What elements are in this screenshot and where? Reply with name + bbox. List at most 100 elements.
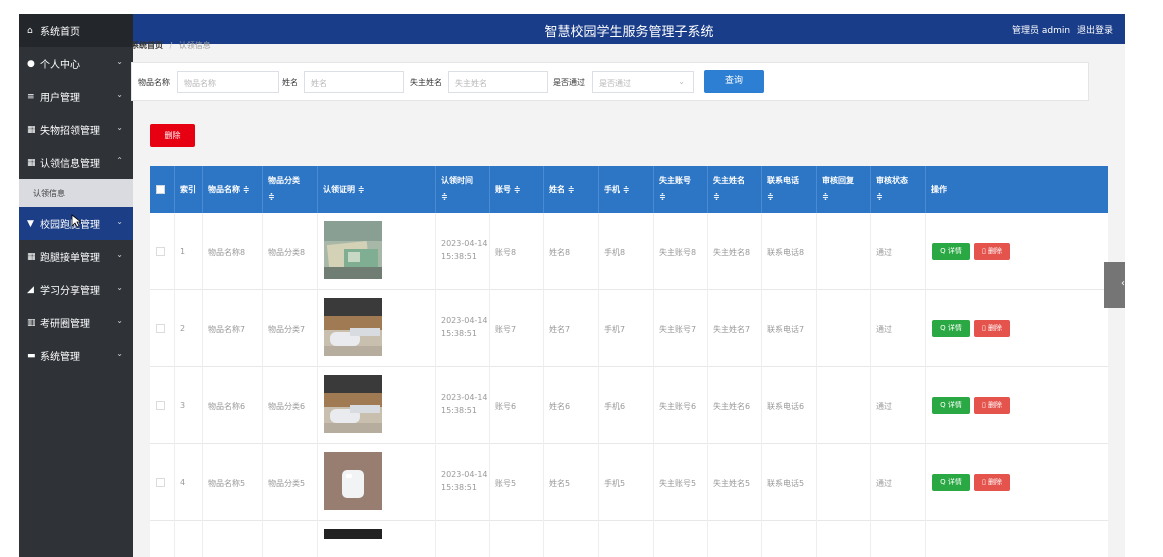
header-proof[interactable]: 认领证明 ≑ — [318, 166, 436, 213]
chevron-down-icon: ⌄ — [116, 57, 123, 66]
owner-name-cell: 失主姓名8 — [708, 213, 762, 290]
owner-name-cell: 失主姓名6 — [708, 367, 762, 444]
owner-account-cell: 失主账号5 — [654, 444, 708, 521]
proof-cell — [318, 213, 436, 290]
sidebar-item-label: 校园跑腿管理 — [40, 220, 100, 231]
sidebar-item-kaoyan-circle[interactable]: ▥ 考研圈管理 ⌄ — [19, 306, 133, 339]
header-account[interactable]: 账号 ≑ — [490, 166, 544, 213]
name-value: 姓名7 — [549, 325, 571, 334]
breadcrumb-separator: / — [169, 41, 173, 50]
app-frame: ⌂ 系统首页 ● 个人中心 ⌄ ≡ 用户管理 ⌄ ▦ 失物招领管理 ⌄ ▦ 认领… — [19, 14, 1125, 557]
status-value: 通过 — [876, 479, 892, 488]
detail-button[interactable]: Q 详情 — [932, 320, 970, 337]
row-checkbox[interactable] — [156, 401, 165, 410]
sidebar-item-personal-center[interactable]: ● 个人中心 ⌄ — [19, 47, 133, 80]
header-time-text: 认领时间 — [441, 176, 473, 185]
contact-cell: 联系电话8 — [762, 213, 817, 290]
table-row-partial — [150, 521, 1108, 557]
account-value: 账号7 — [495, 325, 517, 334]
logout-link[interactable]: 退出登录 — [1077, 26, 1113, 36]
detail-button[interactable]: Q 详情 — [932, 243, 970, 260]
header-name[interactable]: 姓名 ≑ — [544, 166, 599, 213]
sidebar-item-errand-orders[interactable]: ▦ 跑腿接单管理 ⌄ — [19, 240, 133, 273]
contact-cell — [762, 521, 817, 557]
sidebar-item-lost-found[interactable]: ▦ 失物招领管理 ⌄ — [19, 113, 133, 146]
grid-icon: ▦ — [27, 251, 36, 262]
time-value: 2023-04-14 15:38:51 — [441, 393, 488, 415]
passed-select[interactable]: 是否通过 ⌄ — [592, 71, 694, 93]
header-time[interactable]: 认领时间 ≑ — [436, 166, 490, 213]
header-contact[interactable]: 联系电话 ≑ — [762, 166, 817, 213]
sidebar-subitem-claim-info[interactable]: 认领信息 — [19, 179, 133, 207]
category-cell: 物品分类8 — [263, 213, 318, 290]
header-item-name-text: 物品名称 ≑ — [208, 185, 250, 194]
reply-cell — [817, 290, 871, 367]
name-cell — [544, 521, 599, 557]
owner-name-cell: 失主姓名5 — [708, 444, 762, 521]
sidebar-item-label: 个人中心 — [40, 60, 80, 71]
item-name-cell: 物品名称7 — [203, 290, 263, 367]
header-owner-name[interactable]: 失主姓名 ≑ — [708, 166, 762, 213]
row-checkbox[interactable] — [156, 324, 165, 333]
name-input[interactable]: 姓名 — [304, 71, 404, 93]
time-cell: 2023-04-14 15:38:51 — [436, 290, 490, 367]
header-item-name[interactable]: 物品名称 ≑ — [203, 166, 263, 213]
proof-image[interactable] — [324, 221, 382, 279]
reply-cell — [817, 213, 871, 290]
select-all-checkbox[interactable] — [156, 185, 165, 194]
header-phone[interactable]: 手机 ≑ — [599, 166, 654, 213]
sidebar-item-study-share[interactable]: ◢ 学习分享管理 ⌄ — [19, 273, 133, 306]
delete-button[interactable]: ▯ 删除 — [974, 320, 1010, 337]
category-value: 物品分类6 — [268, 402, 306, 411]
header-reply[interactable]: 审核回复 ≑ — [817, 166, 871, 213]
header-select-all — [150, 166, 175, 213]
passed-label: 是否通过 — [553, 78, 585, 87]
proof-image[interactable] — [324, 375, 382, 433]
header-status-text: 审核状态 — [876, 176, 908, 185]
phone-value: 手机7 — [604, 325, 626, 334]
account-value: 账号6 — [495, 402, 517, 411]
status-cell: 通过 — [871, 213, 926, 290]
chevron-left-icon: ‹ — [1121, 278, 1125, 289]
query-button[interactable]: 查询 — [704, 70, 764, 93]
status-value: 通过 — [876, 402, 892, 411]
sidebar-item-label: 失物招领管理 — [40, 126, 100, 137]
owner-name-value: 失主姓名6 — [713, 402, 751, 411]
header-phone-text: 手机 ≑ — [604, 185, 630, 194]
delete-button[interactable]: ▯ 删除 — [974, 397, 1010, 414]
delete-button[interactable]: ▯ 删除 — [974, 474, 1010, 491]
proof-image[interactable] — [324, 452, 382, 510]
proof-image[interactable] — [324, 529, 382, 539]
proof-cell — [318, 521, 436, 557]
sidebar-item-system-management[interactable]: ▬ 系统管理 ⌄ — [19, 339, 133, 372]
header-category[interactable]: 物品分类 ≑ — [263, 166, 318, 213]
row-checkbox[interactable] — [156, 478, 165, 487]
delete-button[interactable]: ▯ 删除 — [974, 243, 1010, 260]
phone-cell: 手机6 — [599, 367, 654, 444]
sidebar-item-home[interactable]: ⌂ 系统首页 — [19, 14, 133, 47]
item-name-input[interactable]: 物品名称 — [177, 71, 279, 93]
sidebar-item-user-management[interactable]: ≡ 用户管理 ⌄ — [19, 80, 133, 113]
sidebar-item-claim-management[interactable]: ▦ 认领信息管理 ⌃ — [19, 146, 133, 179]
batch-delete-button[interactable]: 删除 — [150, 124, 195, 147]
proof-image[interactable] — [324, 298, 382, 356]
index-cell: 4 — [175, 444, 203, 521]
name-cell: 姓名8 — [544, 213, 599, 290]
ops-cell: Q 详情 ▯ 删除 — [926, 213, 1108, 290]
category-cell — [263, 521, 318, 557]
header-owner-account-text: 失主账号 — [659, 176, 691, 185]
sort-icon: ≑ — [767, 192, 774, 201]
owner-name-cell — [708, 521, 762, 557]
row-checkbox[interactable] — [156, 247, 165, 256]
detail-button[interactable]: Q 详情 — [932, 474, 970, 491]
detail-button[interactable]: Q 详情 — [932, 397, 970, 414]
owner-name-input[interactable]: 失主姓名 — [448, 71, 548, 93]
breadcrumb-home[interactable]: 系统首页 — [131, 41, 163, 50]
name-cell: 姓名7 — [544, 290, 599, 367]
side-panel-toggle[interactable]: ‹ — [1104, 262, 1125, 308]
account-value: 账号5 — [495, 479, 517, 488]
header-status[interactable]: 审核状态 ≑ — [871, 166, 926, 213]
item-name-cell: 物品名称5 — [203, 444, 263, 521]
header-owner-account[interactable]: 失主账号 ≑ — [654, 166, 708, 213]
chevron-down-icon: ⌄ — [116, 217, 123, 226]
